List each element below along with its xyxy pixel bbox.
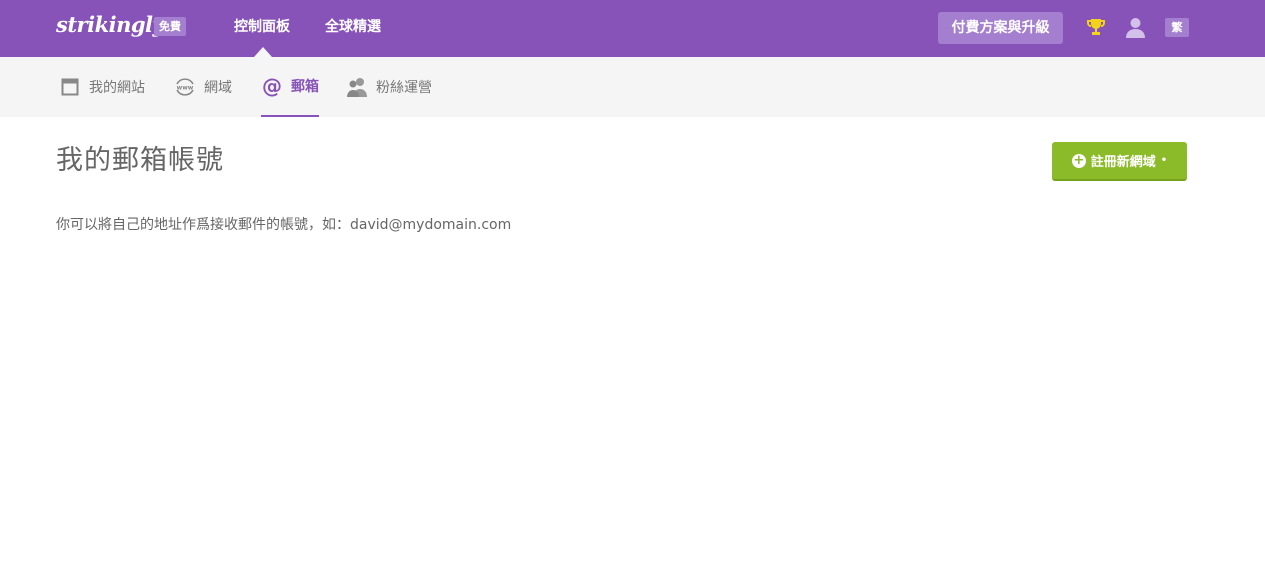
plus-circle-icon: + — [1071, 152, 1086, 168]
upgrade-button[interactable]: 付費方案與升級 — [938, 12, 1063, 44]
svg-text:www: www — [177, 85, 194, 92]
top-navbar: strikingly 免費 控制面板 全球精選 付費方案與升級 繁 — [0, 0, 1265, 57]
user-icon[interactable] — [1125, 17, 1146, 38]
subnav-label: 粉絲運營 — [376, 80, 432, 96]
users-icon — [346, 76, 368, 98]
register-domain-label: 註冊新網域 — [1090, 155, 1156, 170]
sub-navbar: 我的網站 www 網域 @ 郵箱 粉絲運營 — [0, 57, 1265, 117]
language-switch[interactable]: 繁 — [1165, 18, 1189, 37]
subnav-label: 網域 — [204, 80, 232, 96]
subnav-my-sites[interactable]: 我的網站 — [59, 57, 145, 117]
subnav-mailbox[interactable]: @ 郵箱 — [261, 57, 319, 117]
active-nav-caret — [254, 47, 272, 57]
page-title: 我的郵箱帳號 — [56, 145, 224, 176]
nav-explore[interactable]: 全球精選 — [325, 17, 381, 37]
plan-badge: 免費 — [154, 17, 186, 36]
nav-dashboard[interactable]: 控制面板 — [234, 17, 290, 37]
subnav-domains[interactable]: www 網域 — [174, 57, 232, 117]
subnav-label: 我的網站 — [89, 80, 145, 96]
strikingly-logo[interactable]: strikingly — [56, 12, 165, 37]
dropdown-indicator-icon: • — [1160, 155, 1168, 166]
browser-window-icon — [59, 76, 81, 98]
www-globe-icon: www — [174, 76, 196, 98]
trophy-icon[interactable] — [1086, 17, 1106, 37]
subnav-label: 郵箱 — [291, 79, 319, 95]
mailbox-description: 你可以將自己的地址作爲接收郵件的帳號，如：david@mydomain.com — [56, 217, 512, 233]
at-sign-icon: @ — [262, 74, 282, 98]
subnav-audience[interactable]: 粉絲運營 — [346, 57, 432, 117]
register-domain-button[interactable]: + 註冊新網域 • — [1052, 142, 1187, 181]
